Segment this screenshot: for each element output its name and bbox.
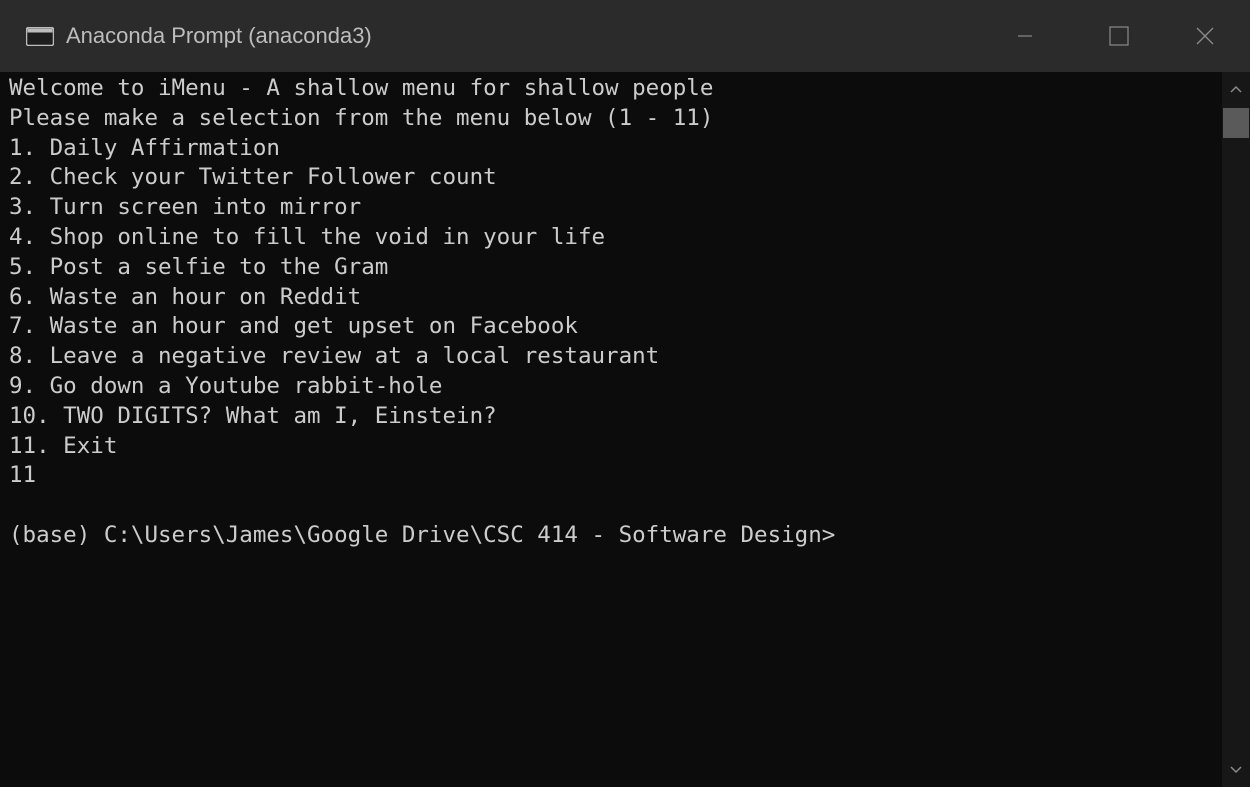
scroll-up-button[interactable] [1222,72,1250,106]
terminal-line-welcome: Welcome to iMenu - A shallow menu for sh… [9,75,714,101]
terminal-lines: Welcome to iMenu - A shallow menu for sh… [9,74,835,551]
terminal-window: Anaconda Prompt (anaconda3) Welcome to i… [0,0,1250,787]
menu-option-8: 8. Leave a negative review at a local re… [9,343,660,370]
close-icon [1196,27,1214,45]
menu-option-10: 10. TWO DIGITS? What am I, Einstein? [9,402,497,429]
minimize-icon [1018,35,1032,37]
user-input-line: 11 [9,462,37,489]
title-bar[interactable]: Anaconda Prompt (anaconda3) [0,0,1250,72]
maximize-button[interactable] [1079,0,1159,72]
menu-option-4: 4. Shop online to fill the void in your … [9,223,606,250]
menu-option-1: 1. Daily Affirmation [9,134,280,161]
minimize-button[interactable] [985,0,1065,72]
console-icon [26,27,54,46]
command-prompt[interactable]: (base) C:\Users\James\Google Drive\CSC 4… [9,521,835,551]
chevron-up-icon [1230,85,1242,93]
menu-option-2: 2. Check your Twitter Follower count [9,164,497,191]
menu-option-7: 7. Waste an hour and get upset on Facebo… [9,313,578,340]
menu-option-3: 3. Turn screen into mirror [9,194,362,221]
menu-option-6: 6. Waste an hour on Reddit [9,283,362,310]
scrollbar-thumb[interactable] [1223,108,1249,138]
terminal-output[interactable]: Welcome to iMenu - A shallow menu for sh… [0,72,1222,787]
vertical-scrollbar[interactable] [1222,72,1250,787]
menu-option-9: 9. Go down a Youtube rabbit-hole [9,372,443,399]
terminal-line-instructions: Please make a selection from the menu be… [9,104,714,131]
menu-option-11: 11. Exit [9,432,118,459]
chevron-down-icon [1230,766,1242,774]
maximize-icon [1109,26,1129,46]
scroll-down-button[interactable] [1222,753,1250,787]
window-title: Anaconda Prompt (anaconda3) [66,23,372,48]
close-button[interactable] [1165,0,1245,72]
menu-option-5: 5. Post a selfie to the Gram [9,253,389,280]
